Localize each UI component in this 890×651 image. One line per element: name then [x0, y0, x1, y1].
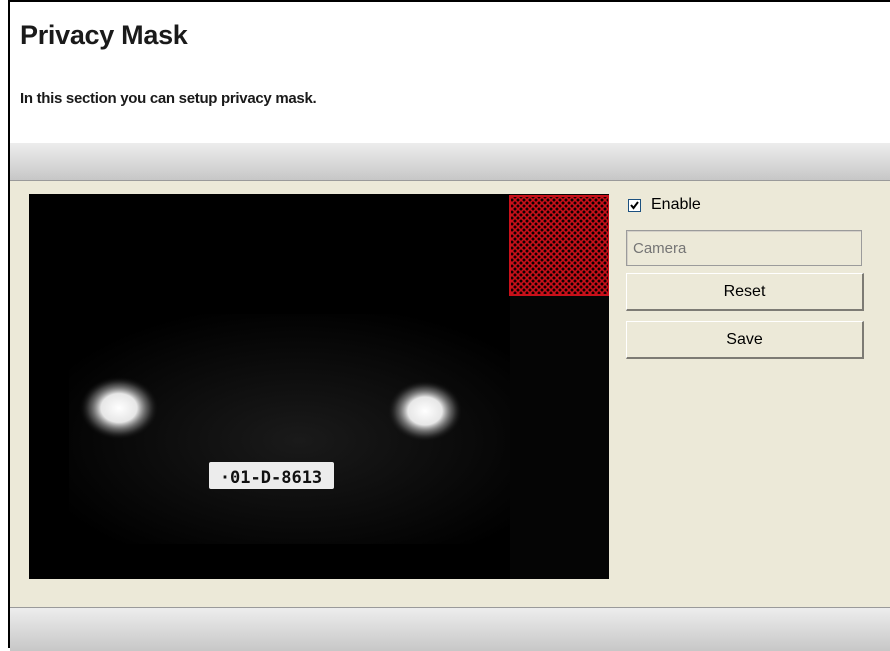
save-button[interactable]: Save: [626, 321, 864, 359]
privacy-mask-panel: ·01-D-8613 Enable Reset Save: [10, 181, 890, 607]
license-plate-text: ·01-D-8613: [220, 468, 322, 488]
right-headlight: [387, 380, 463, 442]
left-headlight: [79, 376, 159, 440]
privacy-mask-page: Privacy Mask In this section you can set…: [8, 0, 890, 651]
camera-image: ·01-D-8613: [29, 194, 609, 579]
enable-label: Enable: [651, 196, 701, 213]
section-header-bar: [10, 143, 890, 181]
reset-button[interactable]: Reset: [626, 273, 864, 311]
enable-checkbox[interactable]: [628, 198, 641, 212]
page-description: In this section you can setup privacy ma…: [20, 90, 317, 107]
enable-row: Enable: [628, 193, 866, 217]
camera-preview[interactable]: ·01-D-8613: [29, 194, 609, 579]
camera-name-input[interactable]: [626, 230, 862, 266]
mask-controls: Enable Reset Save: [624, 193, 866, 359]
privacy-mask-region[interactable]: [509, 195, 609, 296]
section-footer-bar: [10, 607, 890, 651]
page-title: Privacy Mask: [20, 20, 188, 50]
checkmark-icon: [630, 200, 639, 210]
